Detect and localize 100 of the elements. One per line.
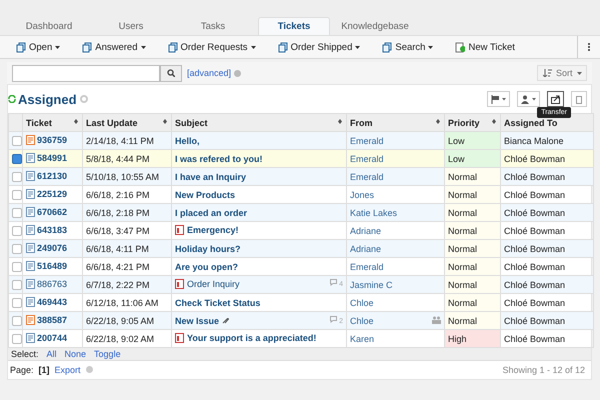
row-checkbox[interactable] [12,244,22,254]
flag-button[interactable] [487,91,510,107]
sender-link[interactable]: Karen [350,334,374,344]
subject-link[interactable]: Hello, [175,136,200,146]
ticket-link[interactable]: 886763 [37,278,68,288]
caret-icon [502,98,506,100]
table-cell: 5/10/18, 10:55 AM [82,168,172,186]
tab[interactable]: Knowledgebase [334,17,416,35]
priority-cell: Normal [444,168,500,186]
caret-icon [140,46,146,48]
row-checkbox[interactable] [12,154,22,164]
search-button[interactable] [160,64,182,82]
select-link[interactable]: None [64,349,86,359]
column-header[interactable]: Subject [172,114,346,132]
ticket-link[interactable]: 469443 [37,296,68,306]
priority-cell: Normal [444,294,500,312]
row-checkbox[interactable] [12,190,22,200]
search-field[interactable] [12,64,160,82]
ticket-link[interactable]: 249076 [37,242,68,252]
documents-icon [16,42,26,52]
row-checkbox[interactable] [12,280,22,290]
toolbar-button[interactable]: Search [382,42,434,52]
table-cell: 2/14/18, 4:11 PM [82,132,172,150]
assign-button[interactable] [517,91,540,107]
row-checkbox[interactable] [12,172,22,182]
comment-icon [330,278,338,286]
select-link[interactable]: All [46,349,57,359]
row-checkbox[interactable] [12,316,22,326]
ticket-link[interactable]: 643183 [37,224,68,234]
sort-button[interactable]: Sort [537,65,587,81]
sender-link[interactable]: Adriane [350,244,382,254]
tab[interactable]: Dashboard [8,17,90,35]
comment-icon [330,316,338,322]
row-checkbox[interactable] [12,136,22,146]
urgent-ticket-icon [175,332,184,342]
ticket-link[interactable]: 936759 [37,134,68,144]
table-cell: Chloé Bowman [500,150,594,168]
person-icon [521,94,529,104]
priority-cell: Normal [444,276,500,294]
sender-link[interactable]: Jones [350,190,374,200]
search-icon [167,69,175,77]
priority-cell: Normal [444,312,500,330]
toolbar-button[interactable]: Open [16,42,60,52]
ticket-link[interactable]: 388587 [37,314,68,324]
column-header[interactable]: Assigned To [500,114,594,132]
sender-link[interactable]: Emerald [350,154,384,164]
tab[interactable]: Users [90,17,172,35]
tab[interactable]: Tickets [258,17,330,35]
gear-icon [80,95,88,103]
subject-link[interactable]: Emergency! [187,224,239,234]
section-heading: Assigned [18,92,77,106]
sort-icon [338,119,342,124]
tab[interactable]: Tasks [172,17,254,35]
table-cell: Chloé Bowman [500,312,594,330]
priority-cell: Normal [444,204,500,222]
sender-link[interactable]: Emerald [350,136,384,146]
sender-link[interactable]: Chloe [350,298,374,308]
caret-icon [250,46,256,48]
page-label: Page: [10,364,34,374]
table-cell: 6/6/18, 4:11 PM [82,240,172,258]
ticket-link[interactable]: 225129 [37,188,68,198]
sort-icon [74,119,78,124]
ticket-link[interactable]: 200744 [37,332,68,342]
subject-link[interactable]: New Issue [175,316,220,326]
sender-link[interactable]: Emerald [350,262,384,272]
sender-link[interactable]: Chloe [350,316,374,326]
ticket-link[interactable]: 516489 [37,260,68,270]
toolbar-button[interactable]: Order Shipped [278,42,360,52]
delete-button[interactable] [571,91,587,107]
select-link[interactable]: Toggle [94,349,121,359]
ticket-link[interactable]: 584991 [37,152,68,162]
subject-link[interactable]: New Products [175,190,236,200]
page-number[interactable]: [1] [38,364,50,374]
advanced-link[interactable]: [advanced] [187,68,232,78]
column-header[interactable]: From [346,114,444,132]
help-icon [86,366,93,373]
refresh-icon [8,95,16,103]
subject-link[interactable]: Order Inquiry [187,278,240,288]
row-checkbox[interactable] [12,226,22,236]
ticket-link[interactable]: 670662 [37,206,68,216]
toolbar-button[interactable]: Answered [82,42,146,52]
sender-link[interactable]: Emerald [350,172,384,182]
priority-cell: Normal [444,240,500,258]
ticket-link[interactable]: 612130 [37,170,68,180]
row-checkbox[interactable] [12,208,22,218]
row-checkbox[interactable] [12,334,22,344]
priority-cell: High [444,330,500,348]
row-checkbox[interactable] [12,262,22,272]
toolbar-button[interactable]: Order Requests [168,42,256,52]
sort-icon [543,69,552,77]
row-checkbox[interactable] [12,298,22,308]
column-header[interactable]: Ticket [22,114,82,132]
toolbar-button[interactable]: New Ticket [455,42,515,52]
export-link[interactable]: Export [54,364,81,374]
transfer-button[interactable] [547,91,564,107]
table-cell: Chloé Bowman [500,168,594,186]
priority-cell: Low [444,150,500,168]
column-header[interactable]: Last Update [82,114,172,132]
column-header[interactable]: Priority [444,114,500,132]
sender-link[interactable]: Adriane [350,226,382,236]
